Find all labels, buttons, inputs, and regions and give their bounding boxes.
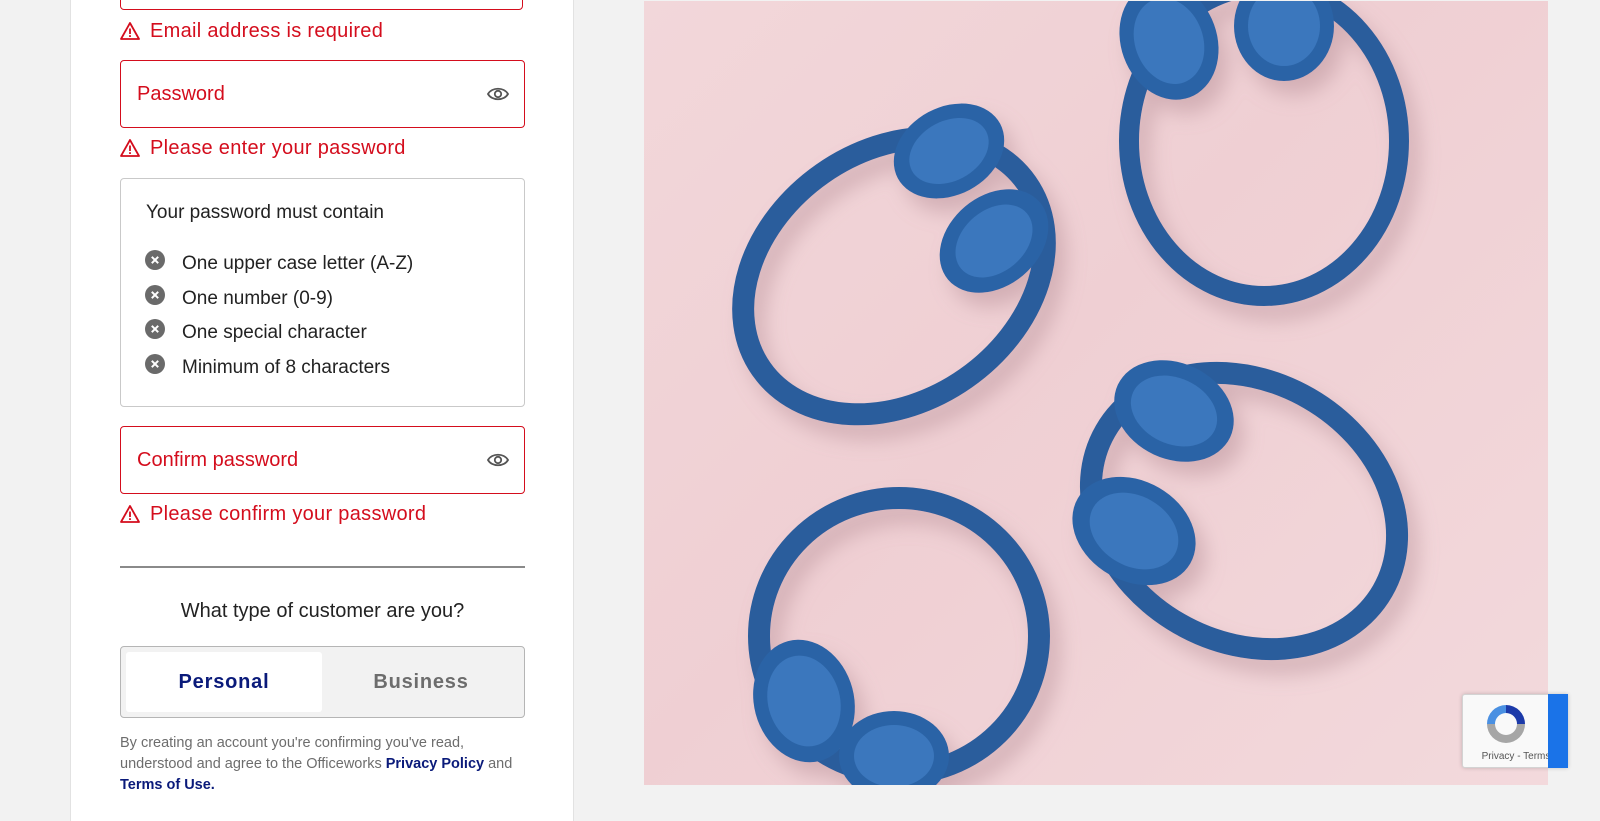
close-circle-icon: [145, 284, 165, 305]
confirm-password-error-text: Please confirm your password: [150, 502, 427, 525]
registration-form-panel: Email address is required Password Pleas…: [70, 0, 574, 821]
headphones-illustration: [732, 1, 1409, 785]
email-error: Email address is required: [120, 18, 383, 44]
recaptcha-logo: [1487, 705, 1525, 743]
requirement-item: One upper case letter (A-Z): [145, 247, 413, 282]
headphones-image: [748, 487, 1050, 785]
customer-type-question: What type of customer are you?: [180, 600, 465, 622]
requirement-item: One special character: [145, 316, 413, 351]
hero-image: [644, 1, 1548, 785]
email-field[interactable]: [120, 0, 523, 10]
close-circle-icon: [145, 250, 165, 271]
business-option[interactable]: Business: [323, 652, 519, 712]
privacy-policy-link[interactable]: Privacy Policy: [386, 756, 484, 772]
confirm-password-error: Please confirm your password: [120, 501, 426, 527]
warning-icon: [120, 139, 140, 157]
password-label: Password: [137, 83, 225, 105]
warning-icon: [120, 22, 140, 40]
warning-icon: [120, 505, 140, 523]
confirm-password-label: Confirm password: [137, 449, 299, 471]
headphones-image: [1119, 1, 1409, 306]
recaptcha-edge: [1548, 694, 1568, 768]
eye-icon[interactable]: [487, 451, 509, 469]
close-circle-icon: [145, 353, 165, 374]
terms-of-use-link[interactable]: Terms of Use.: [120, 777, 215, 793]
section-divider: [120, 566, 525, 568]
close-circle-icon: [145, 319, 165, 340]
password-error: Please enter your password: [120, 135, 406, 161]
headphones-image: [732, 103, 1056, 426]
requirement-item: Minimum of 8 characters: [145, 351, 413, 386]
password-requirements-title: Your password must contain: [146, 202, 384, 223]
headphones-image: [1072, 360, 1409, 661]
terms-and: and: [488, 756, 513, 772]
requirement-item: One number (0-9): [145, 282, 413, 317]
password-field[interactable]: Password: [120, 60, 525, 128]
eye-icon[interactable]: [487, 85, 509, 103]
password-error-text: Please enter your password: [150, 136, 406, 159]
personal-option[interactable]: Personal: [126, 652, 322, 712]
terms-notice: By creating an account you're confirming…: [120, 733, 540, 796]
customer-type-toggle: Personal Business: [120, 646, 525, 718]
confirm-password-field[interactable]: Confirm password: [120, 426, 525, 494]
email-error-text: Email address is required: [150, 19, 384, 42]
password-requirements: Your password must contain One upper cas…: [120, 178, 525, 407]
